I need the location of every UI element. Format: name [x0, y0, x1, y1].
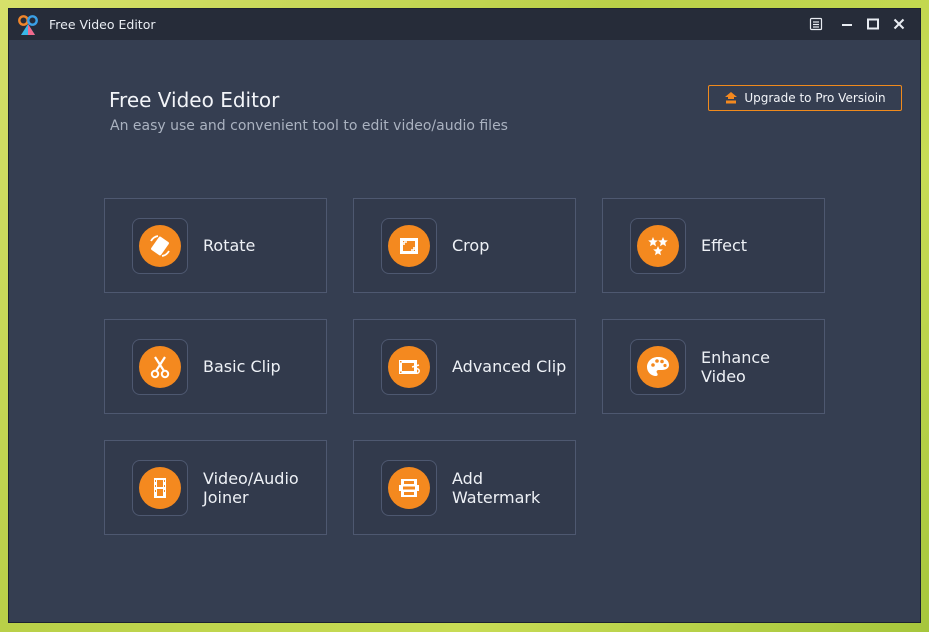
crop-icon: [388, 225, 430, 267]
app-window: Free Video Editor Free Video Editor An e…: [9, 9, 920, 622]
tool-effect[interactable]: Effect: [602, 198, 825, 293]
effect-stars-icon: [637, 225, 679, 267]
close-icon[interactable]: [888, 13, 910, 35]
scissors-icon: [139, 346, 181, 388]
tool-label: Video/Audio Joiner: [203, 468, 299, 507]
film-scissors-icon: [388, 346, 430, 388]
maximize-icon[interactable]: [862, 13, 884, 35]
tool-label: Basic Clip: [203, 357, 281, 376]
tool-icon-box: [381, 339, 437, 395]
tool-label: Rotate: [203, 236, 256, 255]
window-title: Free Video Editor: [49, 17, 156, 32]
tool-video-audio-joiner[interactable]: Video/Audio Joiner: [104, 440, 327, 535]
upgrade-label: Upgrade to Pro Versioin: [744, 91, 886, 105]
tool-rotate[interactable]: Rotate: [104, 198, 327, 293]
tool-icon-box: [132, 339, 188, 395]
tool-enhance-video[interactable]: Enhance Video: [602, 319, 825, 414]
upgrade-icon: [725, 92, 738, 104]
title-bar[interactable]: Free Video Editor: [9, 9, 920, 40]
tool-icon-box: [381, 218, 437, 274]
tool-basic-clip[interactable]: Basic Clip: [104, 319, 327, 414]
minimize-icon[interactable]: [836, 13, 858, 35]
tool-advanced-clip[interactable]: Advanced Clip: [353, 319, 576, 414]
app-logo-icon: [18, 15, 38, 35]
tool-crop[interactable]: Crop: [353, 198, 576, 293]
upgrade-button[interactable]: Upgrade to Pro Versioin: [708, 85, 902, 111]
tool-icon-box: [381, 460, 437, 516]
tool-label: Add Watermark: [452, 468, 541, 507]
film-strip-icon: [139, 467, 181, 509]
watermark-icon: [388, 467, 430, 509]
tool-label: Crop: [452, 236, 490, 255]
tool-icon-box: [630, 339, 686, 395]
tool-label: Advanced Clip: [452, 357, 567, 376]
page-title: Free Video Editor: [109, 88, 280, 112]
rotate-icon: [139, 225, 181, 267]
page-subtitle: An easy use and convenient tool to edit …: [110, 118, 508, 134]
tool-icon-box: [630, 218, 686, 274]
tool-icon-box: [132, 218, 188, 274]
menu-icon[interactable]: [805, 13, 827, 35]
tool-label: Enhance Video: [701, 347, 770, 386]
tool-add-watermark[interactable]: Add Watermark: [353, 440, 576, 535]
palette-icon: [637, 346, 679, 388]
tool-label: Effect: [701, 236, 748, 255]
tool-icon-box: [132, 460, 188, 516]
